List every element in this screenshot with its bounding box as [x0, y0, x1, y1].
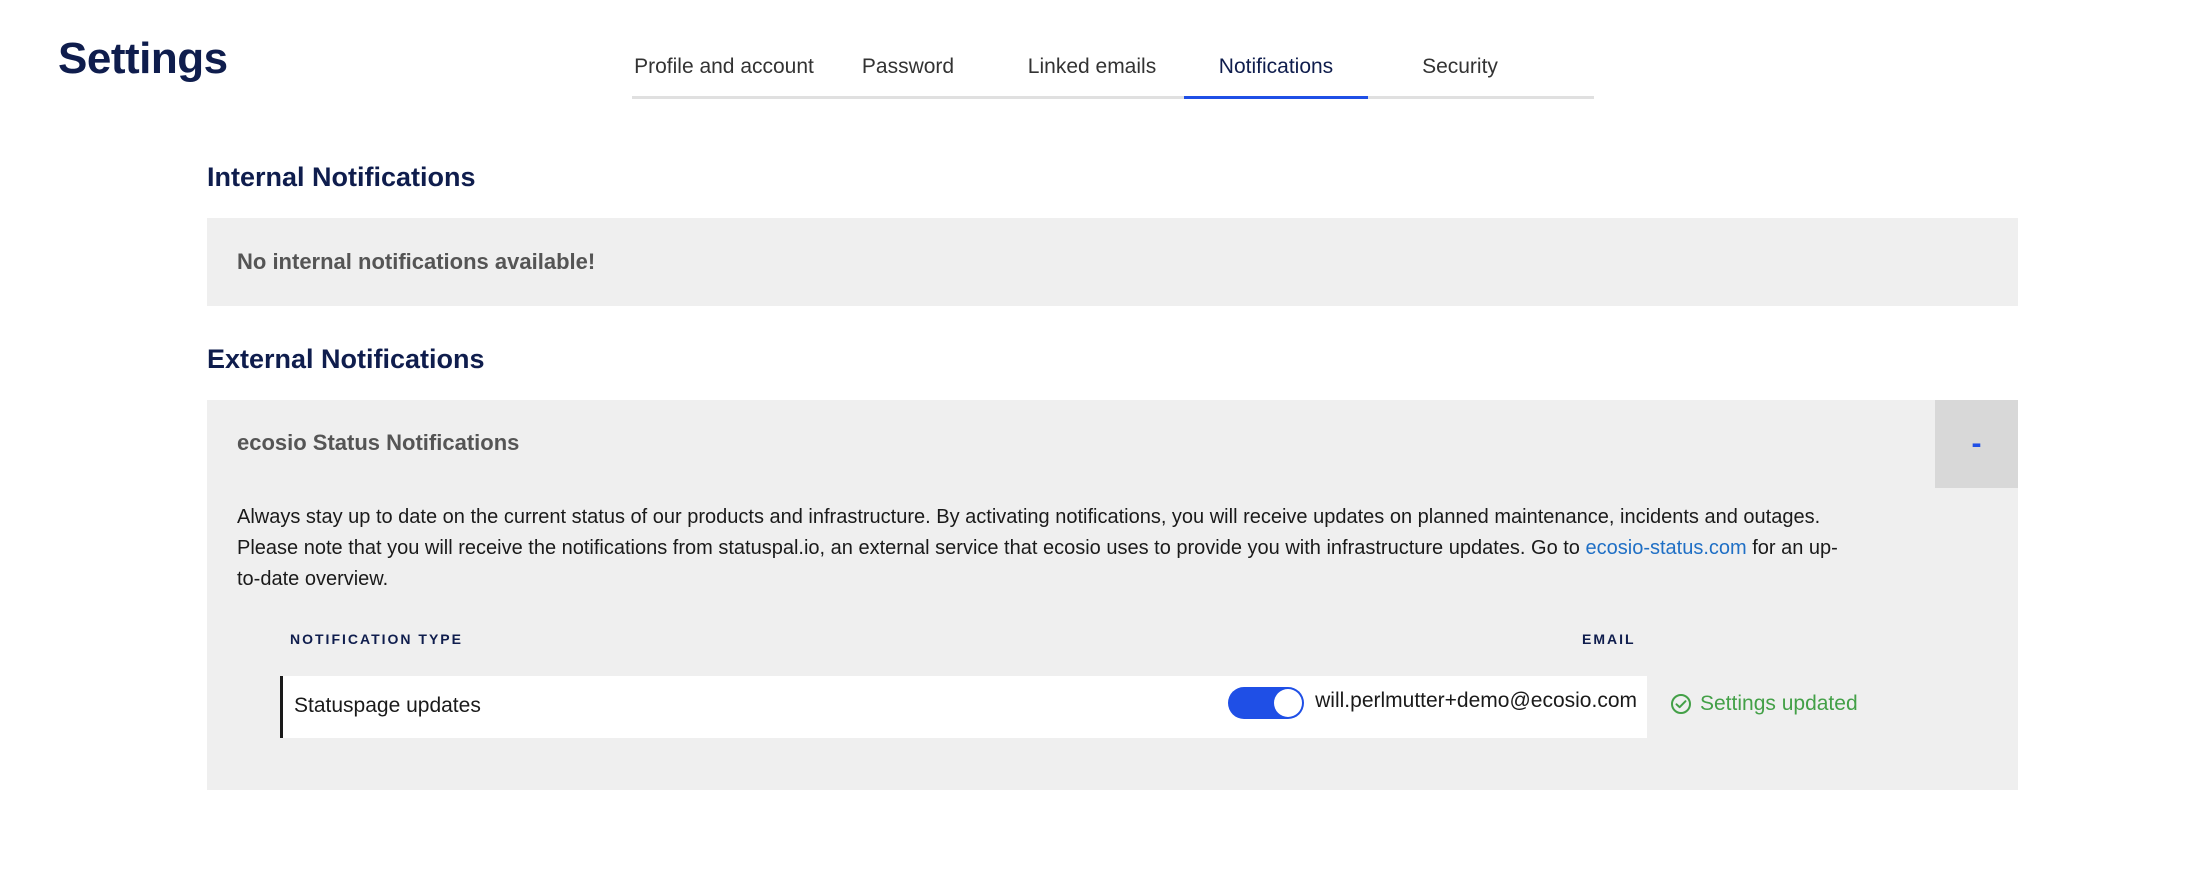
internal-notifications-heading: Internal Notifications: [207, 162, 476, 192]
check-circle-icon: [1671, 694, 1691, 714]
status-site-link[interactable]: ecosio-status.com: [1586, 537, 1747, 559]
toggle-knob: [1274, 689, 1302, 717]
notification-type-label: Statuspage updates: [294, 694, 481, 717]
internal-notifications-panel: No internal notifications available!: [207, 218, 2018, 306]
collapse-button[interactable]: -: [1935, 400, 2018, 488]
notification-email: will.perlmutter+demo@ecosio.com: [1315, 689, 1637, 712]
notification-toggle[interactable]: [1228, 687, 1304, 719]
accordion-header: ecosio Status Notifications -: [207, 400, 2018, 488]
tab-security[interactable]: Security: [1368, 38, 1552, 96]
tab-profile-and-account[interactable]: Profile and account: [632, 38, 816, 96]
page-title: Settings: [58, 34, 228, 83]
table-row: Statuspage updates will.perlmutter+demo@…: [280, 676, 1647, 738]
empty-state-message: No internal notifications available!: [237, 249, 596, 274]
external-notifications-panel: ecosio Status Notifications - Always sta…: [207, 400, 2018, 790]
column-header-email: EMAIL: [1582, 631, 1636, 647]
settings-tabs: Profile and account Password Linked emai…: [632, 38, 1594, 99]
column-header-notification-type: NOTIFICATION TYPE: [290, 631, 463, 647]
tab-linked-emails[interactable]: Linked emails: [1000, 38, 1184, 96]
description-text: Always stay up to date on the current st…: [237, 506, 1821, 559]
status-text: Settings updated: [1700, 692, 1858, 715]
accordion-title: ecosio Status Notifications: [237, 430, 520, 455]
status-message: Settings updated: [1670, 692, 1858, 716]
settings-page: Settings Profile and account Password Li…: [0, 0, 2200, 876]
panel-description: Always stay up to date on the current st…: [237, 502, 1847, 595]
external-notifications-heading: External Notifications: [207, 344, 485, 374]
tab-notifications[interactable]: Notifications: [1184, 38, 1368, 99]
tab-password[interactable]: Password: [816, 38, 1000, 96]
